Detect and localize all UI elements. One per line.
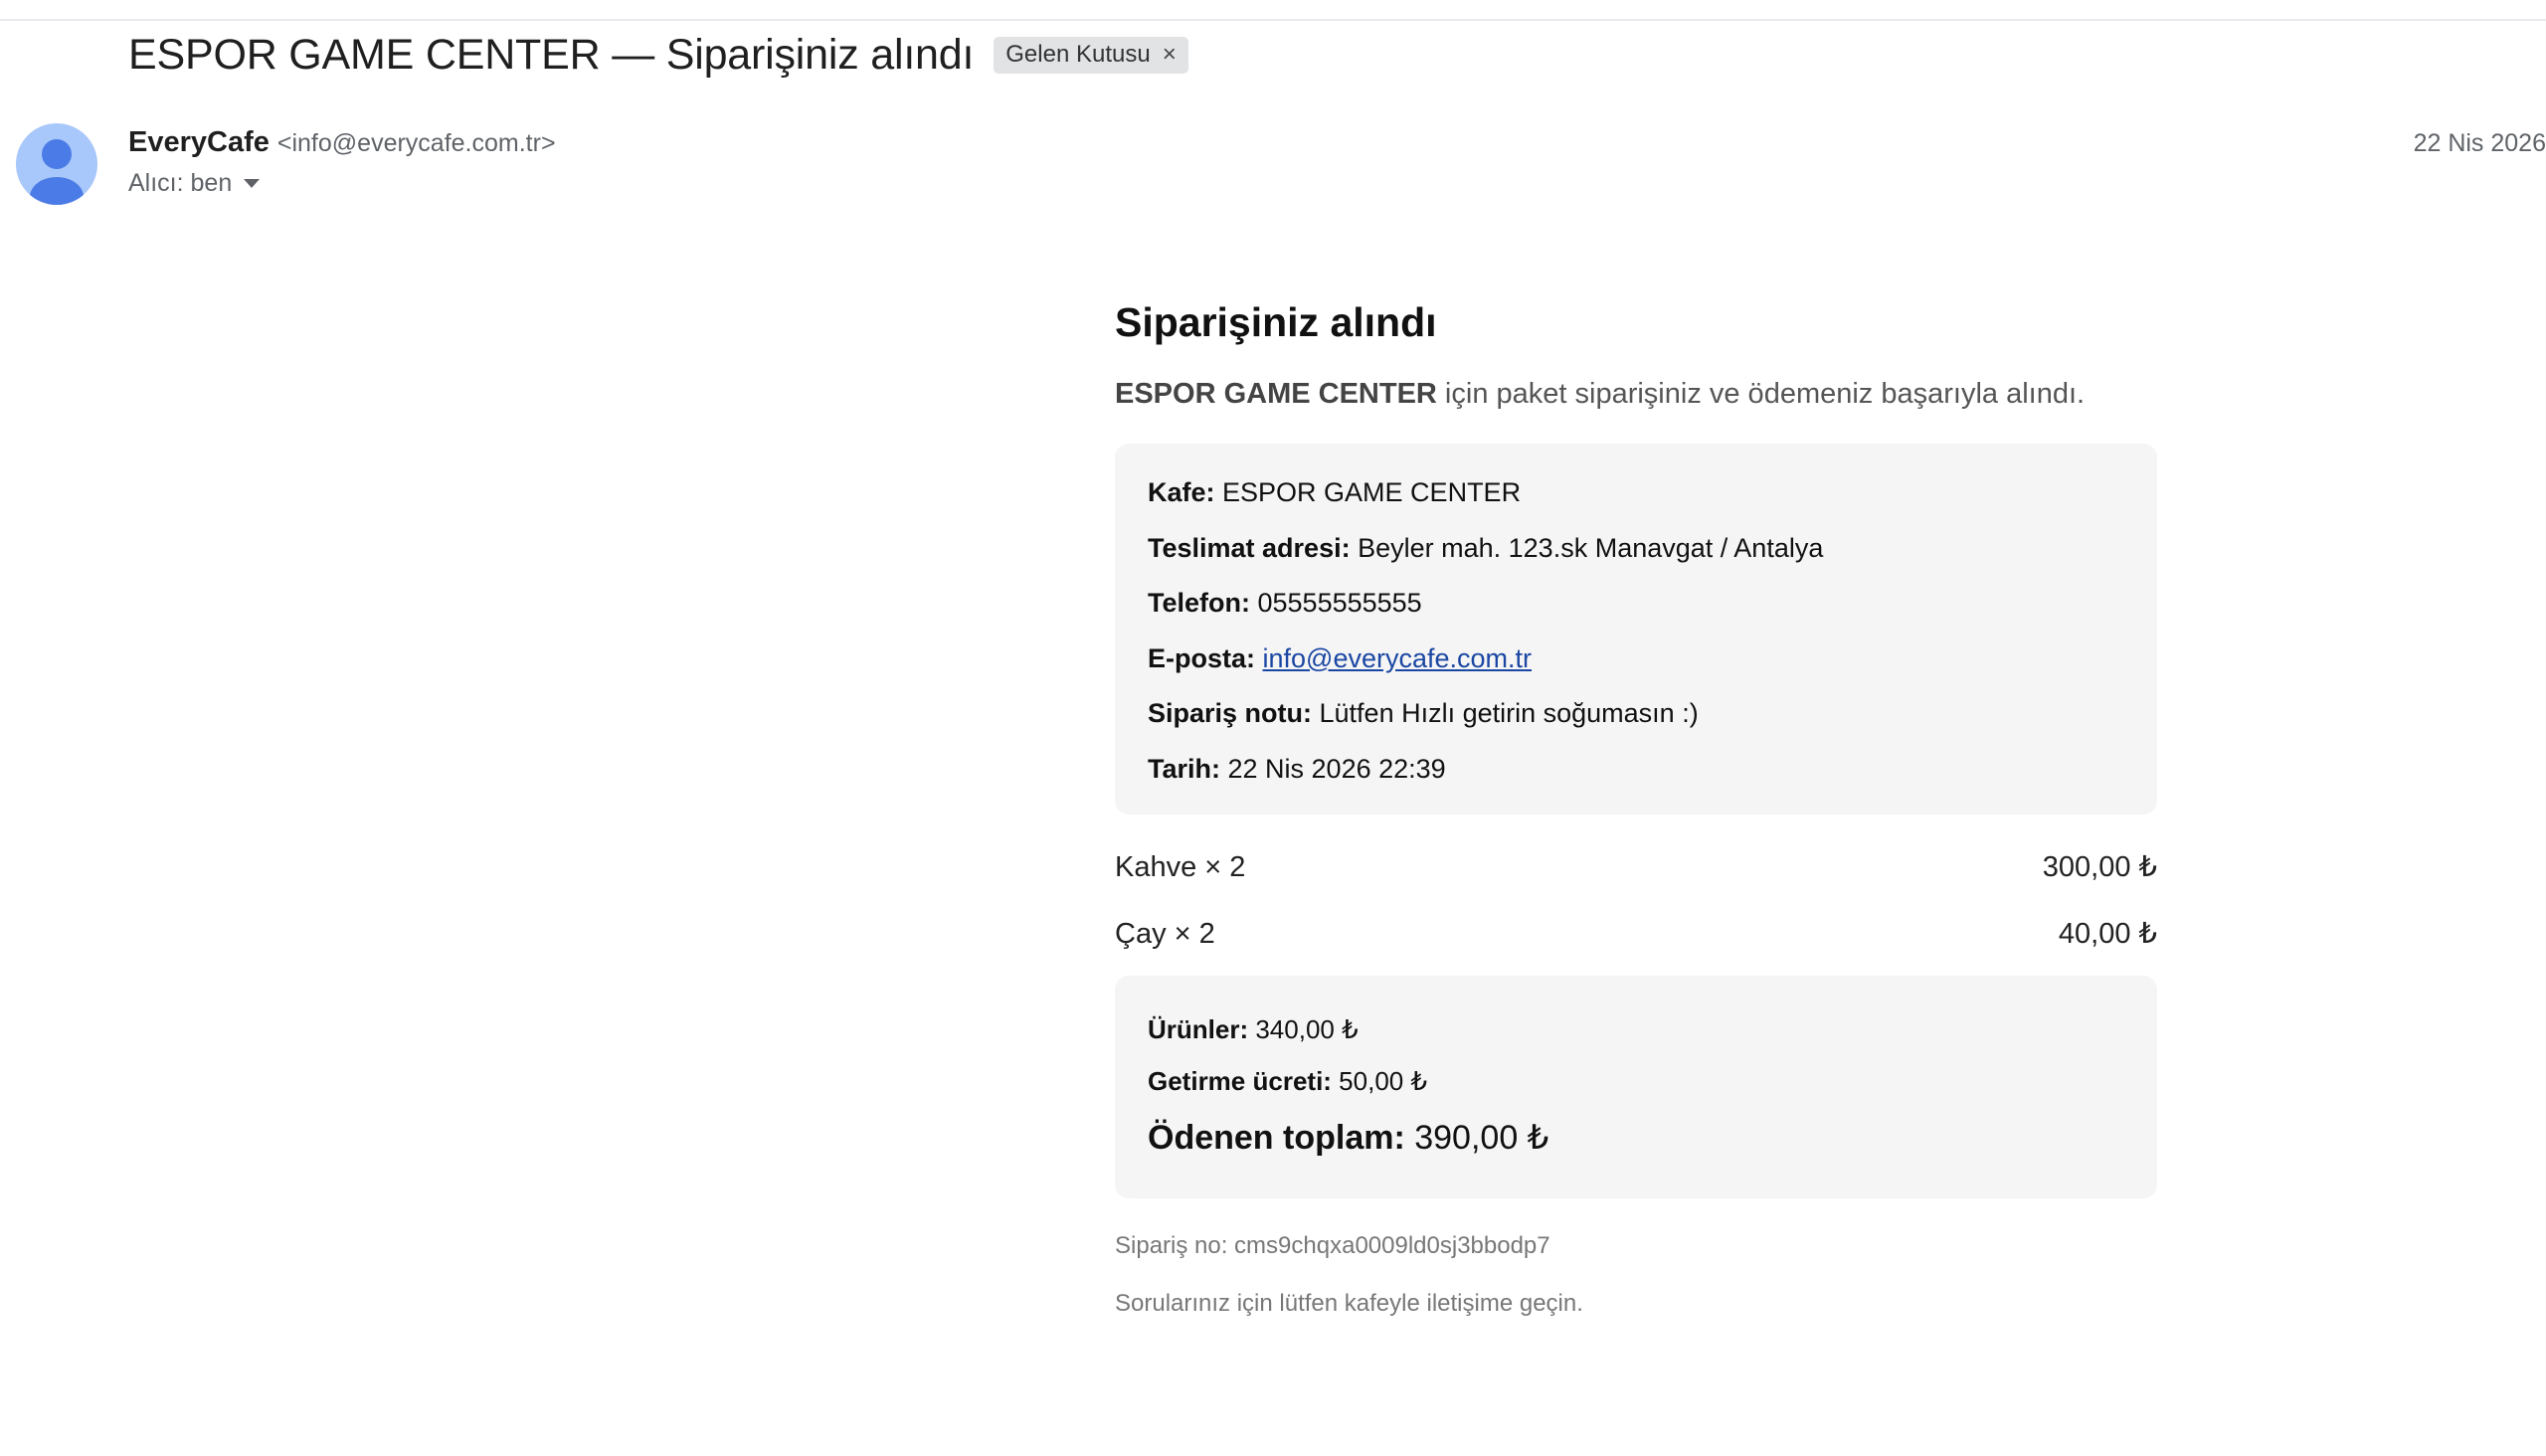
email-subject: ESPOR GAME CENTER — Siparişiniz alındı — [128, 30, 975, 79]
total-delivery-value: 50,00 ₺ — [1331, 1066, 1428, 1097]
info-cafe: Kafe: ESPOR GAME CENTER — [1148, 465, 2124, 521]
total-products: Ürünler: 340,00 ₺ — [1148, 1003, 2124, 1055]
intro-text: ESPOR GAME CENTER için paket siparişiniz… — [1115, 378, 2157, 411]
remove-label-icon[interactable]: × — [1163, 41, 1177, 69]
sender-avatar[interactable] — [16, 123, 97, 205]
info-address-label: Teslimat adresi: — [1148, 532, 1351, 563]
info-email-label: E-posta: — [1148, 642, 1255, 673]
order-heading: Siparişiniz alındı — [1115, 299, 1437, 345]
info-cafe-value: ESPOR GAME CENTER — [1214, 477, 1522, 508]
info-address-value: Beyler mah. 123.sk Manavgat / Antalya — [1350, 532, 1824, 563]
inbox-label-text: Gelen Kutusu — [1005, 41, 1151, 68]
info-date-label: Tarih: — [1148, 753, 1220, 784]
inbox-label-chip[interactable]: Gelen Kutusu × — [994, 36, 1188, 74]
total-delivery-label: Getirme ücreti: — [1148, 1066, 1332, 1097]
intro-message: için paket siparişiniz ve ödemeniz başar… — [1436, 378, 2086, 411]
info-address: Teslimat adresi: Beyler mah. 123.sk Mana… — [1148, 521, 2124, 577]
info-date: Tarih: 22 Nis 2026 22:39 — [1148, 742, 2124, 798]
sender-email: <info@everycafe.com.tr> — [276, 129, 556, 157]
item-price: 300,00 ₺ — [2042, 851, 2157, 884]
email-subject-row: ESPOR GAME CENTER — Siparişiniz alındı G… — [128, 30, 1188, 80]
email-body: Siparişiniz alındı ESPOR GAME CENTER içi… — [1115, 298, 2157, 1318]
person-icon — [30, 139, 84, 205]
order-items: Kahve × 2 300,00 ₺ Çay × 2 40,00 ₺ — [1115, 842, 2157, 976]
sender-info: EveryCafe <info@everycafe.com.tr> — [128, 126, 556, 159]
item-price: 40,00 ₺ — [2058, 918, 2157, 951]
item-name: Kahve × 2 — [1115, 851, 1246, 884]
toolbar-divider — [0, 19, 2546, 21]
list-item: Kahve × 2 300,00 ₺ — [1115, 842, 2157, 909]
intro-cafe-name: ESPOR GAME CENTER — [1115, 378, 1437, 411]
recipient-text: Alıcı: ben — [128, 169, 233, 197]
info-email: E-posta: info@everycafe.com.tr — [1148, 632, 2124, 687]
list-item: Çay × 2 40,00 ₺ — [1115, 909, 2157, 976]
info-email-link[interactable]: info@everycafe.com.tr — [1263, 643, 1533, 673]
info-note-label: Sipariş notu: — [1148, 698, 1313, 729]
order-totals-box: Ürünler: 340,00 ₺ Getirme ücreti: 50,00 … — [1115, 976, 2157, 1199]
info-cafe-label: Kafe: — [1148, 477, 1215, 508]
footer-note: Sorularınız için lütfen kafeyle iletişim… — [1115, 1290, 1583, 1318]
total-paid-label: Ödenen toplam: — [1148, 1119, 1405, 1158]
info-note-value: Lütfen Hızlı getirin soğumasın :) — [1312, 698, 1699, 729]
sender-name[interactable]: EveryCafe — [128, 126, 270, 159]
info-date-value: 22 Nis 2026 22:39 — [1220, 753, 1446, 784]
total-delivery: Getirme ücreti: 50,00 ₺ — [1148, 1055, 2124, 1107]
total-paid: Ödenen toplam: 390,00 ₺ — [1148, 1107, 2124, 1169]
order-number: Sipariş no: cms9chqxa0009ld0sj3bbodp7 — [1115, 1232, 1550, 1260]
info-phone-label: Telefon: — [1148, 588, 1250, 619]
total-paid-value: 390,00 ₺ — [1404, 1119, 1549, 1158]
info-note: Sipariş notu: Lütfen Hızlı getirin soğum… — [1148, 686, 2124, 742]
total-products-value: 340,00 ₺ — [1248, 1014, 1359, 1045]
info-phone-value: 05555555555 — [1250, 588, 1422, 619]
recipient-details[interactable]: Alıcı: ben — [128, 169, 261, 198]
order-info-box: Kafe: ESPOR GAME CENTER Teslimat adresi:… — [1115, 444, 2157, 816]
email-date: 22 Nis 2026 — [2413, 129, 2546, 157]
chevron-down-icon[interactable] — [244, 179, 261, 188]
info-phone: Telefon: 05555555555 — [1148, 576, 2124, 632]
item-name: Çay × 2 — [1115, 918, 1215, 951]
total-products-label: Ürünler: — [1148, 1014, 1249, 1045]
